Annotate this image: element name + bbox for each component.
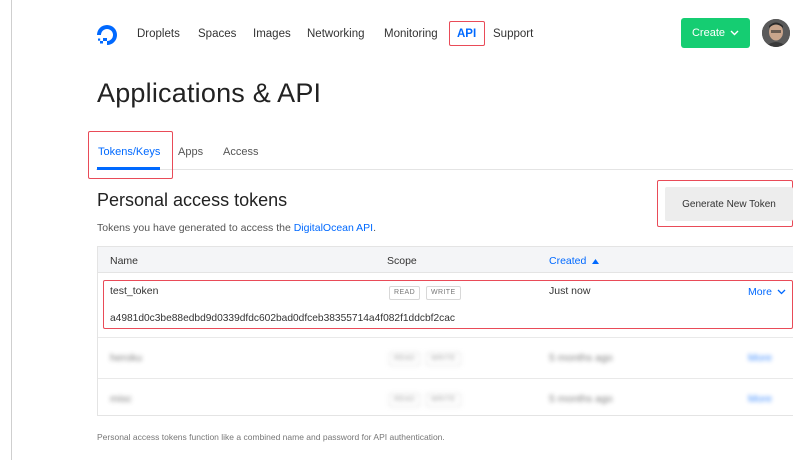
nav-monitoring[interactable]: Monitoring	[384, 27, 438, 41]
more-menu-button[interactable]: More	[748, 352, 772, 364]
section-heading: Personal access tokens	[97, 190, 288, 210]
column-created-label: Created	[549, 255, 587, 267]
token-name: misc	[110, 393, 132, 405]
digitalocean-api-link[interactable]: DigitalOcean API	[294, 222, 373, 234]
token-created: 5 months ago	[549, 352, 613, 364]
tab-access[interactable]: Access	[223, 146, 258, 158]
column-name[interactable]: Name	[110, 255, 138, 267]
more-menu-button[interactable]: More	[748, 393, 772, 405]
token-created: 5 months ago	[549, 393, 613, 405]
token-row-highlight-box	[103, 280, 793, 329]
scope-badge-read: READ	[389, 393, 421, 407]
top-nav: Droplets Spaces Images Networking Monito…	[0, 0, 793, 68]
chevron-down-icon	[730, 30, 739, 36]
description-text: Tokens you have generated to access the	[97, 222, 294, 234]
table-row: heroku READ WRITE 5 months ago More	[98, 339, 793, 379]
api-highlight-box	[449, 21, 485, 46]
table-row: misc READ WRITE 5 months ago More	[98, 380, 793, 417]
nav-images[interactable]: Images	[253, 27, 291, 41]
tokens-tab-highlight-box	[88, 131, 173, 179]
tab-bar-divider	[96, 169, 793, 170]
table-header: Name Scope Created	[98, 247, 793, 273]
nav-droplets[interactable]: Droplets	[137, 27, 180, 41]
column-scope[interactable]: Scope	[387, 255, 417, 267]
tokens-table: Name Scope Created test_token READ WRITE…	[97, 246, 793, 416]
user-avatar[interactable]	[762, 19, 790, 47]
window-left-border	[11, 0, 12, 460]
tab-apps[interactable]: Apps	[178, 146, 203, 158]
scope-badge-write: WRITE	[426, 393, 461, 407]
digitalocean-logo-icon[interactable]	[96, 24, 118, 46]
generate-new-token-button[interactable]: Generate New Token	[665, 187, 793, 221]
nav-support[interactable]: Support	[493, 27, 533, 41]
token-name: heroku	[110, 352, 143, 364]
nav-spaces[interactable]: Spaces	[198, 27, 236, 41]
sort-ascending-icon	[592, 258, 600, 264]
scope-badge-read: READ	[389, 352, 421, 366]
section-description: Tokens you have generated to access the …	[97, 222, 376, 234]
create-button-label: Create	[691, 27, 726, 39]
page-title: Applications & API	[97, 78, 322, 108]
column-created[interactable]: Created	[549, 255, 600, 267]
nav-networking[interactable]: Networking	[307, 27, 365, 41]
scope-badge-write: WRITE	[426, 352, 461, 366]
description-period: .	[373, 222, 377, 234]
footnote: Personal access tokens function like a c…	[97, 432, 445, 442]
create-button[interactable]: Create	[681, 18, 750, 48]
